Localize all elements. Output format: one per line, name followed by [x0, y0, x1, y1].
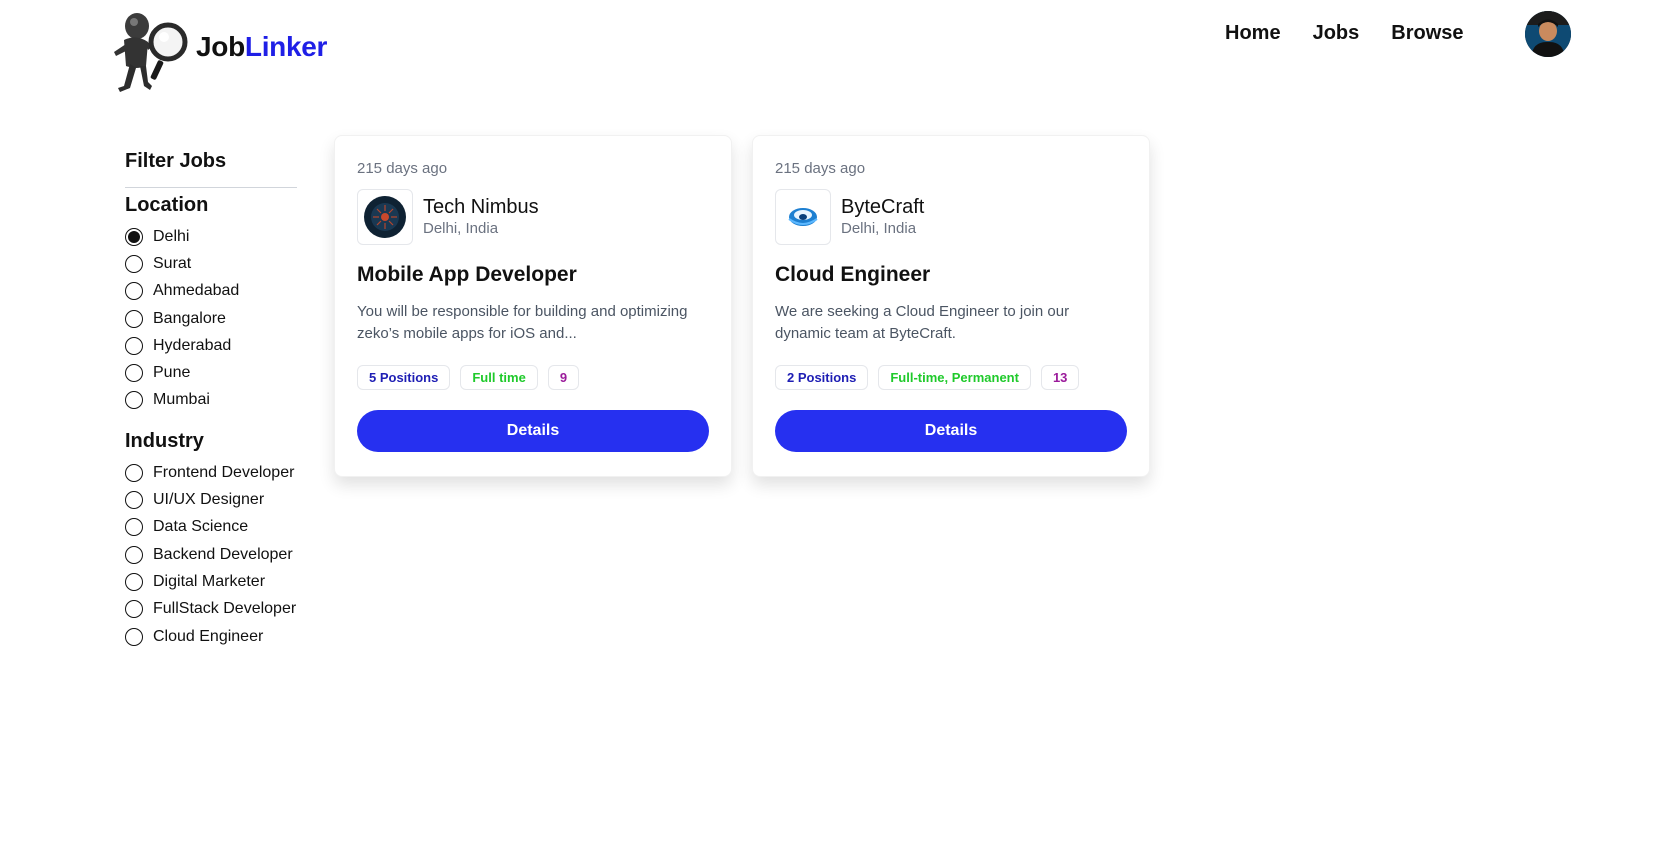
brand-name: JobLinker	[196, 31, 327, 63]
radio-icon[interactable]	[125, 518, 143, 537]
filter-option-data-science[interactable]: Data Science	[125, 514, 297, 541]
job-card[interactable]: 215 days ago ByteCraft Delhi, India Clou…	[752, 135, 1150, 477]
filter-option-label: Delhi	[153, 227, 190, 245]
job-badges: 5 Positions Full time 9	[357, 365, 709, 390]
company-location: Delhi, India	[423, 220, 499, 237]
positions-badge: 2 Positions	[775, 365, 869, 390]
salary-badge: 9	[547, 365, 580, 390]
radio-icon[interactable]	[125, 282, 143, 301]
radio-checked-icon[interactable]	[125, 227, 143, 246]
company-info: ByteCraft Delhi, India	[841, 195, 924, 239]
job-title: Cloud Engineer	[775, 263, 931, 286]
filter-group-title: Location	[125, 194, 209, 216]
filter-option-label: FullStack Developer	[153, 600, 297, 618]
job-badges: 2 Positions Full-time, Permanent 13	[775, 365, 1127, 390]
salary-badge: 13	[1040, 365, 1080, 390]
filter-option-label: UI/UX Designer	[153, 491, 265, 509]
filter-option-pune[interactable]: Pune	[125, 359, 297, 386]
filter-option-label: Ahmedabad	[153, 282, 240, 300]
radio-icon[interactable]	[125, 254, 143, 273]
filter-option-backend-developer[interactable]: Backend Developer	[125, 541, 297, 568]
filter-group-title: Industry	[125, 430, 204, 453]
filter-group-industry: Industry Frontend Developer UI/UX Design…	[125, 430, 297, 650]
nav-home[interactable]: Home	[1225, 22, 1281, 45]
main-nav: Home Jobs Browse	[1225, 22, 1464, 45]
brand-suffix: Linker	[244, 31, 328, 62]
filter-option-label: Data Science	[153, 518, 249, 536]
radio-icon[interactable]	[125, 600, 143, 619]
filter-option-cloud-engineer[interactable]: Cloud Engineer	[125, 623, 297, 650]
brand-prefix: Job	[196, 31, 245, 62]
radio-icon[interactable]	[125, 309, 143, 328]
filter-option-surat[interactable]: Surat	[125, 250, 297, 277]
radio-icon[interactable]	[125, 391, 143, 410]
radio-icon[interactable]	[125, 627, 143, 646]
filter-option-digital-marketer[interactable]: Digital Marketer	[125, 568, 297, 595]
filter-title: Filter Jobs	[125, 150, 227, 172]
filter-sidebar: Filter Jobs Location Delhi Surat Ahmedab…	[125, 150, 297, 666]
filter-option-ui-ux-designer[interactable]: UI/UX Designer	[125, 486, 297, 513]
company-logo	[775, 189, 831, 245]
filter-option-label: Surat	[153, 254, 192, 272]
radio-icon[interactable]	[125, 463, 143, 482]
user-avatar[interactable]	[1525, 11, 1571, 57]
filter-option-label: Cloud Engineer	[153, 627, 264, 645]
nav-jobs[interactable]: Jobs	[1313, 22, 1360, 45]
job-type-badge: Full time	[460, 365, 538, 390]
filter-option-bangalore[interactable]: Bangalore	[125, 305, 297, 332]
magnifier-mascot-icon	[110, 8, 198, 96]
company-header: Tech Nimbus Delhi, India	[357, 189, 709, 245]
filter-divider	[125, 187, 297, 188]
filter-option-label: Hyderabad	[153, 336, 232, 354]
radio-icon[interactable]	[125, 336, 143, 355]
filter-option-label: Backend Developer	[153, 545, 293, 563]
job-title: Mobile App Developer	[357, 263, 577, 286]
company-location: Delhi, India	[841, 220, 917, 237]
filter-option-frontend-developer[interactable]: Frontend Developer	[125, 459, 297, 486]
filter-option-fullstack-developer[interactable]: FullStack Developer	[125, 596, 297, 623]
filter-option-label: Digital Marketer	[153, 572, 266, 590]
filter-option-delhi[interactable]: Delhi	[125, 223, 297, 250]
radio-icon[interactable]	[125, 491, 143, 510]
tech-nimbus-logo-icon	[364, 196, 406, 238]
radio-icon[interactable]	[125, 545, 143, 564]
filter-group-location: Location Delhi Surat Ahmedabad Bangalore…	[125, 194, 297, 414]
company-logo	[357, 189, 413, 245]
filter-option-label: Pune	[153, 364, 191, 382]
company-info: Tech Nimbus Delhi, India	[423, 195, 539, 239]
filter-option-hyderabad[interactable]: Hyderabad	[125, 332, 297, 359]
bytecraft-logo-icon	[781, 195, 825, 239]
company-name: Tech Nimbus	[423, 196, 539, 218]
nav-browse[interactable]: Browse	[1391, 22, 1463, 45]
job-type-badge: Full-time, Permanent	[878, 365, 1031, 390]
radio-icon[interactable]	[125, 364, 143, 383]
posted-date: 215 days ago	[775, 160, 866, 177]
brand-logo[interactable]: JobLinker	[110, 8, 327, 96]
posted-date: 215 days ago	[357, 160, 448, 177]
positions-badge: 5 Positions	[357, 365, 451, 390]
job-description: You will be responsible for building and…	[357, 303, 688, 342]
radio-icon[interactable]	[125, 572, 143, 591]
filter-option-label: Bangalore	[153, 309, 226, 327]
filter-option-label: Mumbai	[153, 391, 210, 409]
filter-option-ahmedabad[interactable]: Ahmedabad	[125, 278, 297, 305]
details-button[interactable]: Details	[775, 410, 1127, 452]
job-card[interactable]: 215 days ago Tech Nimbus Delhi, India Mo…	[334, 135, 732, 477]
company-name: ByteCraft	[841, 196, 925, 218]
job-description: We are seeking a Cloud Engineer to join …	[775, 303, 1070, 342]
filter-option-label: Frontend Developer	[153, 463, 295, 481]
filter-option-mumbai[interactable]: Mumbai	[125, 387, 297, 414]
details-button[interactable]: Details	[357, 410, 709, 452]
company-header: ByteCraft Delhi, India	[775, 189, 1127, 245]
